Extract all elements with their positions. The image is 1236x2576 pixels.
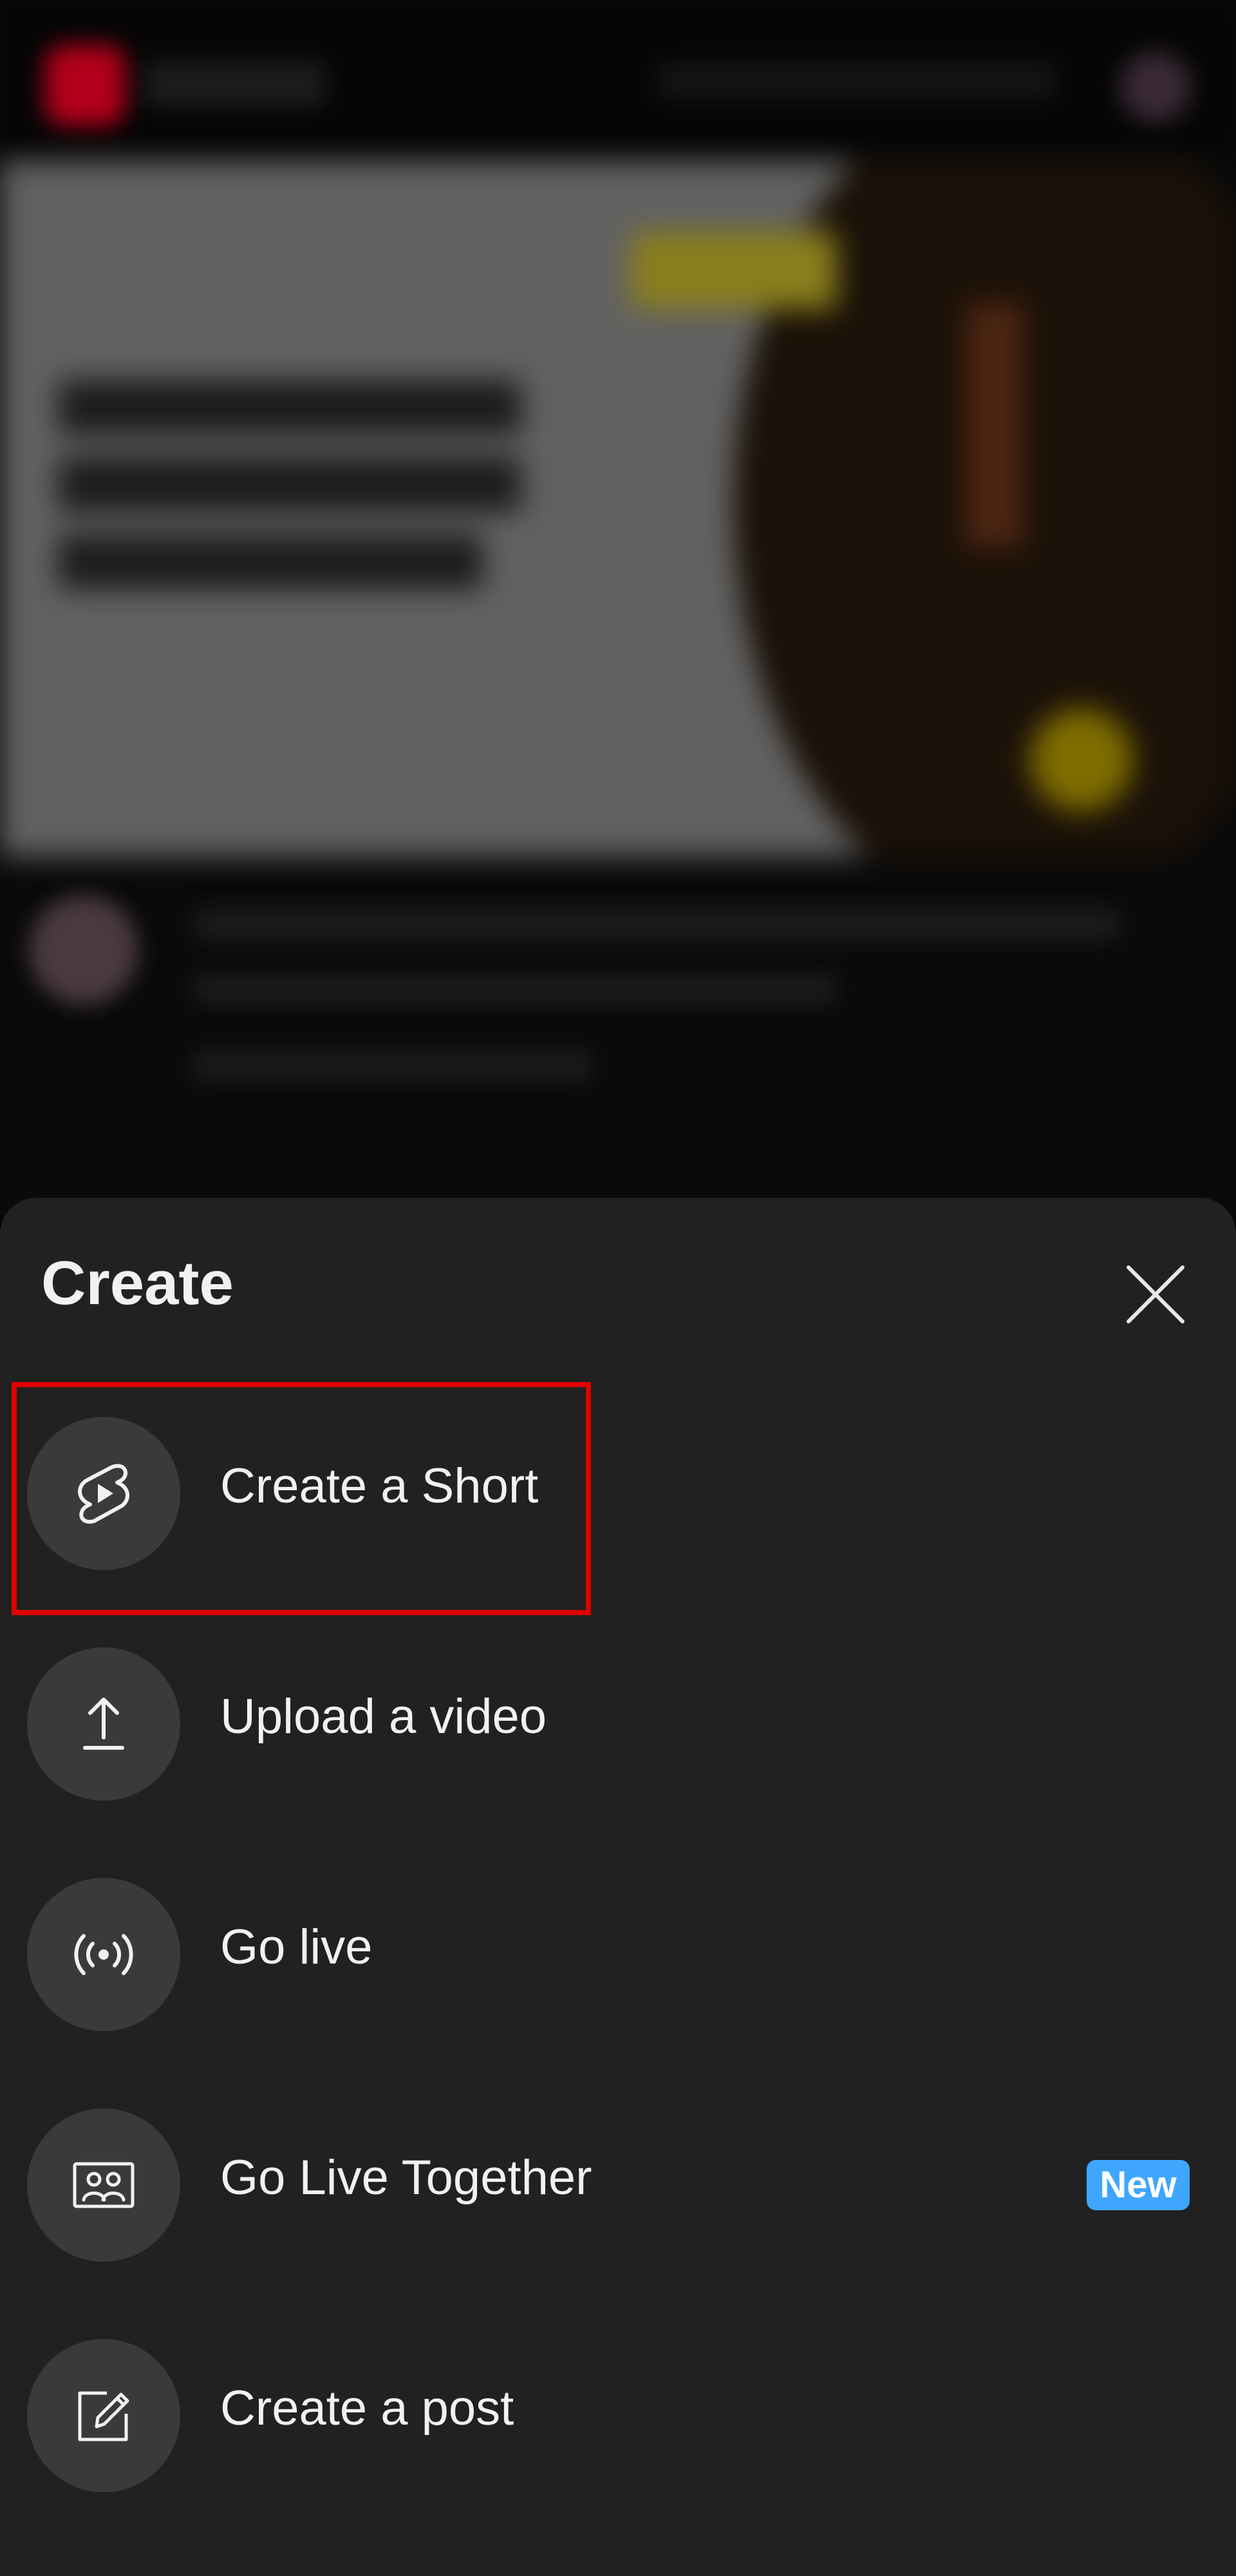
- create-short-item[interactable]: Create a Short: [0, 1378, 1236, 1609]
- background-video-meta: [0, 857, 1236, 1224]
- edit-post-icon: [78, 2391, 129, 2441]
- new-badge: New: [1087, 2160, 1190, 2210]
- background-video-thumbnail: [0, 161, 1236, 857]
- create-short-label: Create a Short: [220, 1459, 539, 1513]
- background-toolbar-icons: [657, 61, 1056, 100]
- upload-video-label: Upload a video: [220, 1689, 547, 1744]
- upload-video-item[interactable]: Upload a video: [0, 1609, 1236, 1839]
- create-post-icon-circle: [27, 2339, 180, 2492]
- sheet-title: Create: [41, 1249, 234, 1318]
- create-post-item[interactable]: Create a post: [0, 2300, 1236, 2531]
- go-live-label: Go live: [220, 1920, 373, 1975]
- shorts-icon: [78, 1464, 129, 1524]
- background-app: [0, 0, 1236, 1224]
- upload-icon: [83, 1698, 124, 1750]
- background-avatar: [1120, 52, 1191, 122]
- go-live-item[interactable]: Go live: [0, 1839, 1236, 2070]
- live-broadcast-icon: [74, 1934, 133, 1975]
- go-live-icon-circle: [27, 1878, 180, 2031]
- create-short-icon-circle: [27, 1417, 180, 1570]
- close-button[interactable]: [1117, 1256, 1194, 1333]
- go-live-together-label: Go Live Together: [220, 2150, 592, 2205]
- background-top-bar: [0, 0, 1236, 148]
- youtube-logo-icon: [45, 45, 126, 126]
- people-frame-icon: [73, 2162, 135, 2208]
- go-live-together-item[interactable]: Go Live Together New: [0, 2070, 1236, 2300]
- create-post-label: Create a post: [220, 2381, 514, 2436]
- close-icon: [1127, 1265, 1184, 1323]
- go-live-together-icon-circle: [27, 2108, 180, 2262]
- youtube-wordmark: [145, 61, 325, 106]
- background-channel-avatar: [29, 895, 138, 1005]
- upload-video-icon-circle: [27, 1647, 180, 1801]
